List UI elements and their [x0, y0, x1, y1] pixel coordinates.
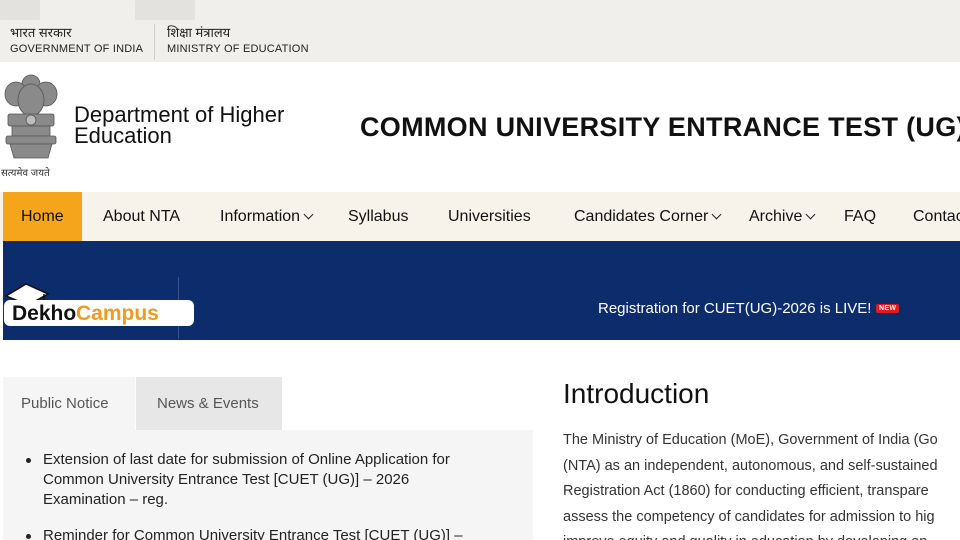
department-line-2: Education	[74, 123, 172, 148]
gov-of-india-link[interactable]: भारत सरकार GOVERNMENT OF INDIA	[10, 24, 143, 57]
nav-home-label: Home	[21, 208, 64, 225]
ministry-english: MINISTRY OF EDUCATION	[167, 43, 309, 55]
logo-campus: Campus	[76, 302, 159, 325]
department-name-link[interactable]: Department of Higher Education	[74, 102, 285, 148]
notice-line: Reminder for Common University Entrance …	[43, 527, 463, 540]
tab-news-events[interactable]: News & Events	[136, 377, 282, 430]
ministry-of-education-link[interactable]: शिक्षा मंत्रालय MINISTRY OF EDUCATION	[167, 24, 309, 57]
department-line-1: Department of Higher	[74, 102, 285, 127]
intro-heading: Introduction	[563, 378, 710, 409]
nav-faq[interactable]: FAQ	[844, 192, 876, 241]
nav-syllabus[interactable]: Syllabus	[348, 192, 408, 241]
blurred-top-item	[0, 0, 40, 20]
nav-universities-label: Universities	[448, 208, 531, 225]
notice-list: Extension of last date for submission of…	[26, 450, 493, 540]
notice-line: Examination – reg.	[43, 491, 169, 508]
notice-tabs: Public Notice News & Events	[3, 377, 533, 430]
intro-line: The Ministry of Education (MoE), Governm…	[563, 432, 938, 448]
national-emblem-icon	[4, 74, 58, 159]
nav-faq-label: FAQ	[844, 208, 877, 225]
nav-universities[interactable]: Universities	[448, 192, 531, 241]
intro-line: improve equity and quality in education …	[563, 530, 960, 540]
tab-public-notice[interactable]: Public Notice	[3, 377, 135, 430]
nav-information-label: Information	[220, 208, 301, 225]
gov-of-india-hindi: भारत सरकार	[10, 25, 72, 40]
ministry-hindi: शिक्षा मंत्रालय	[167, 25, 231, 40]
nav-archive[interactable]: Archive	[749, 192, 816, 241]
logo-dekho: Dekho	[12, 302, 76, 325]
notice-item[interactable]: Extension of last date for submission of…	[26, 450, 493, 510]
notice-line: Common University Entrance Test [CUET (U…	[43, 471, 410, 488]
main-nav: Home About NTA Information Syllabus Univ…	[0, 192, 960, 241]
nav-about-nta[interactable]: About NTA	[103, 192, 180, 241]
gov-of-india-english: GOVERNMENT OF INDIA	[10, 43, 144, 55]
intro-line: (NTA) as an independent, autonomous, and…	[563, 457, 938, 474]
nav-contact-label: Contac	[913, 208, 960, 225]
nav-syllabus-label: Syllabus	[348, 208, 409, 225]
site-title: COMMON UNIVERSITY ENTRANCE TEST (UG)	[360, 112, 960, 142]
emblem-motto: सत्यमेव जयते	[1, 168, 50, 179]
nav-candidates-corner-label: Candidates Corner	[574, 208, 709, 225]
intro-line: assess the competency of candidates for …	[563, 508, 935, 525]
notice-line: Extension of last date for submission of…	[43, 451, 450, 468]
nav-information[interactable]: Information	[220, 192, 314, 241]
nav-about-nta-label: About NTA	[103, 208, 181, 225]
chevron-down-icon	[805, 209, 816, 220]
dekhocampus-logo: Dekho Campus	[4, 283, 194, 326]
gov-top-bar	[0, 0, 960, 62]
intro-line: Registration Act (1860) for conducting e…	[563, 483, 929, 499]
nav-archive-label: Archive	[749, 208, 803, 225]
chevron-down-icon	[711, 209, 722, 220]
nav-home[interactable]: Home	[3, 192, 82, 241]
notice-item[interactable]: Reminder for Common University Entrance …	[26, 526, 493, 540]
intro-paragraph: The Ministry of Education (MoE), Governm…	[563, 428, 960, 540]
blurred-top-item	[135, 0, 195, 20]
nav-contact[interactable]: Contac	[913, 192, 960, 241]
new-badge: NEW	[876, 304, 900, 313]
nav-candidates-corner[interactable]: Candidates Corner	[574, 192, 722, 241]
gov-bar-divider	[154, 24, 155, 60]
chevron-down-icon	[303, 209, 314, 220]
registration-live-link[interactable]: Registration for CUET(UG)-2026 is LIVE!	[598, 300, 871, 317]
